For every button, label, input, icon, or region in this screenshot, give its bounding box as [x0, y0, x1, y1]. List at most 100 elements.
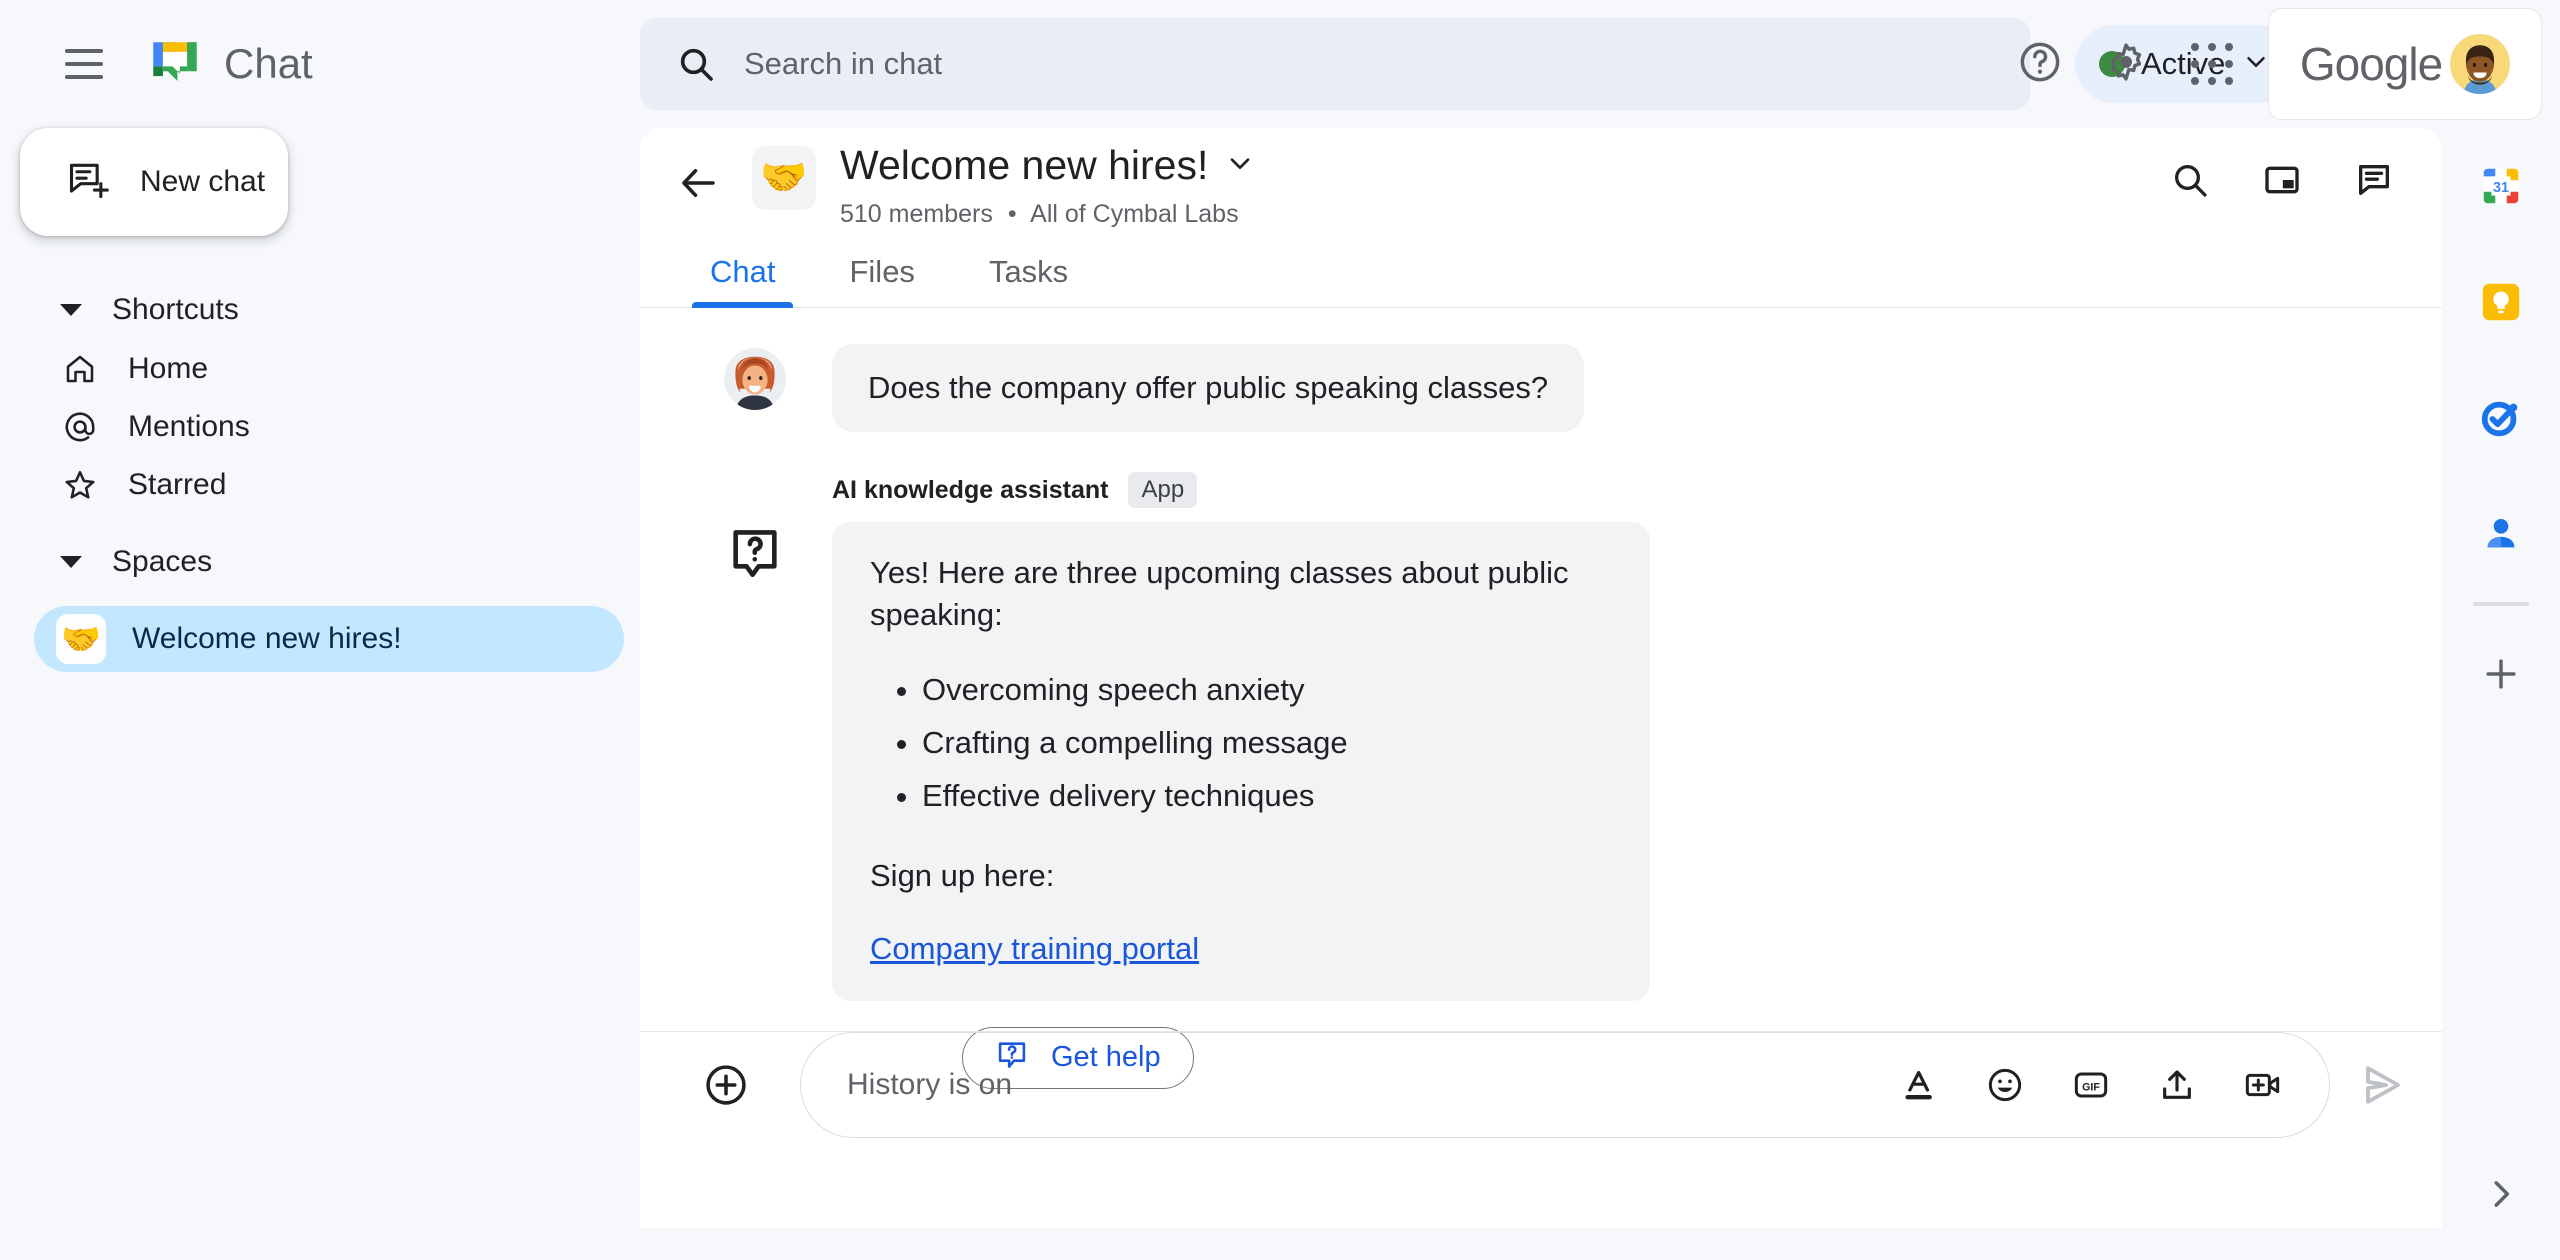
at-sign-icon [60, 407, 100, 447]
settings-button[interactable] [2090, 28, 2162, 100]
google-wordmark: Google [2299, 38, 2443, 90]
rail-slot-tasks [2442, 360, 2560, 476]
message-bot: AI knowledge assistant App Yes! Here are… [640, 472, 2442, 1089]
rail-slot-keep [2442, 244, 2560, 360]
hamburger-line [65, 62, 103, 66]
side-apps-rail: 31 [2442, 128, 2560, 1260]
picture-in-picture-button[interactable] [2250, 148, 2314, 212]
sidebar-item-mentions[interactable]: Mentions [34, 398, 594, 456]
rail-slot-contacts [2442, 476, 2560, 592]
chevron-right-icon [2482, 1175, 2520, 1218]
brand-name: Chat [224, 40, 313, 87]
member-count: 510 members [840, 200, 993, 228]
space-audience: All of Cymbal Labs [1030, 200, 1239, 228]
add-video-icon[interactable] [2237, 1059, 2289, 1111]
question-bubble-icon [724, 522, 786, 584]
home-icon [60, 349, 100, 389]
chevron-down-icon [60, 556, 82, 568]
help-circle-icon [2017, 39, 2063, 90]
plus-icon[interactable] [2473, 646, 2529, 702]
account-chip[interactable]: Google [2268, 8, 2542, 120]
chat-panel: 🤝 Welcome new hires! 510 members • All o… [640, 128, 2442, 1228]
bot-intro-text: Yes! Here are three upcoming classes abo… [870, 555, 1569, 633]
new-chat-button[interactable]: New chat [20, 128, 288, 236]
bot-sender-row: AI knowledge assistant App [832, 472, 2442, 509]
list-item: Effective delivery techniques [922, 774, 1612, 819]
chevron-down-icon [1224, 147, 1256, 184]
company-training-portal-link[interactable]: Company training portal [870, 931, 1199, 967]
app-header: Chat Search in chat Active Google [0, 0, 2560, 128]
status-badge: App [1128, 472, 1198, 509]
upload-icon[interactable] [2151, 1059, 2203, 1111]
threads-panel-button[interactable] [2342, 148, 2406, 212]
subtitle-separator: • [1007, 200, 1017, 228]
send-button[interactable] [2352, 1055, 2412, 1115]
avatar [2450, 34, 2511, 94]
composer: History is on GIF [640, 1032, 2442, 1138]
sidebar: New chat Shortcuts Home Mentions Starred… [0, 128, 640, 1260]
calendar-day-label: 31 [2493, 180, 2509, 196]
sidebar-item-welcome-new-hires[interactable]: 🤝 Welcome new hires! [34, 606, 624, 672]
help-button[interactable] [2004, 28, 2076, 100]
tab-label: Chat [710, 254, 776, 289]
gear-icon [2103, 39, 2149, 90]
back-button[interactable] [668, 152, 730, 214]
shortcuts-title: Shortcuts [112, 293, 239, 326]
search-in-space-button[interactable] [2158, 148, 2222, 212]
space-header-actions [2158, 148, 2406, 212]
tab-chat[interactable]: Chat [692, 236, 794, 308]
google-calendar-icon[interactable]: 31 [2473, 158, 2529, 214]
svg-text:GIF: GIF [2082, 1082, 2100, 1094]
new-chat-label: New chat [140, 165, 266, 198]
sidebar-item-starred[interactable]: Starred [34, 456, 594, 514]
message-text: Does the company offer public speaking c… [868, 370, 1549, 405]
message-user: Does the company offer public speaking c… [640, 344, 2442, 433]
composer-placeholder: History is on [847, 1068, 1013, 1101]
google-contacts-icon[interactable] [2473, 506, 2529, 562]
search-icon [674, 42, 718, 86]
gif-icon[interactable]: GIF [2065, 1059, 2117, 1111]
message-stream: Does the company offer public speaking c… [640, 308, 2442, 1089]
rail-divider [2473, 602, 2529, 606]
expand-panel-button[interactable] [2442, 1175, 2560, 1218]
google-chat-logo [146, 35, 204, 93]
sender-name: AI knowledge assistant [832, 475, 1109, 504]
list-item: Crafting a compelling message [922, 721, 1612, 766]
space-subtitle: 510 members • All of Cymbal Labs [840, 200, 1239, 229]
tab-label: Files [849, 254, 915, 289]
space-tabs: Chat Files Tasks [640, 236, 2442, 308]
message-bubble: Yes! Here are three upcoming classes abo… [832, 522, 1650, 1001]
message-input[interactable]: History is on GIF [800, 1032, 2330, 1138]
space-header: 🤝 Welcome new hires! 510 members • All o… [640, 128, 2442, 236]
google-apps-button[interactable] [2176, 28, 2248, 100]
sidebar-item-home[interactable]: Home [34, 340, 594, 398]
space-title-row[interactable]: Welcome new hires! [840, 142, 1256, 189]
spaces-title: Spaces [112, 545, 213, 578]
rail-slot-calendar: 31 [2442, 128, 2560, 244]
space-label: Welcome new hires! [132, 622, 402, 655]
google-tasks-icon[interactable] [2473, 390, 2529, 446]
google-keep-icon[interactable] [2473, 274, 2529, 330]
chevron-down-icon [60, 304, 82, 316]
bot-outro-text: Sign up here: [870, 857, 1055, 893]
page-title: Welcome new hires! [840, 142, 1209, 188]
sidebar-item-label: Mentions [128, 410, 250, 443]
plus-circle-icon[interactable] [698, 1057, 754, 1113]
tab-tasks[interactable]: Tasks [971, 236, 1086, 308]
hamburger-menu-icon[interactable] [48, 28, 120, 100]
handshake-icon: 🤝 [56, 614, 106, 664]
sidebar-item-label: Home [128, 352, 209, 385]
space-avatar: 🤝 [752, 146, 816, 210]
tab-files[interactable]: Files [831, 236, 932, 308]
search-input[interactable]: Search in chat [640, 18, 2030, 110]
format-text-icon[interactable] [1893, 1059, 1945, 1111]
list-item: Overcoming speech anxiety [922, 668, 1612, 713]
shortcuts-section-header[interactable]: Shortcuts [60, 280, 640, 340]
message-bubble: Does the company offer public speaking c… [832, 344, 1585, 433]
emoji-icon[interactable] [1979, 1059, 2031, 1111]
new-chat-icon [66, 158, 110, 207]
search-placeholder: Search in chat [744, 46, 943, 81]
hamburger-line [65, 49, 103, 53]
tab-label: Tasks [988, 254, 1069, 289]
spaces-section-header[interactable]: Spaces [60, 532, 640, 592]
